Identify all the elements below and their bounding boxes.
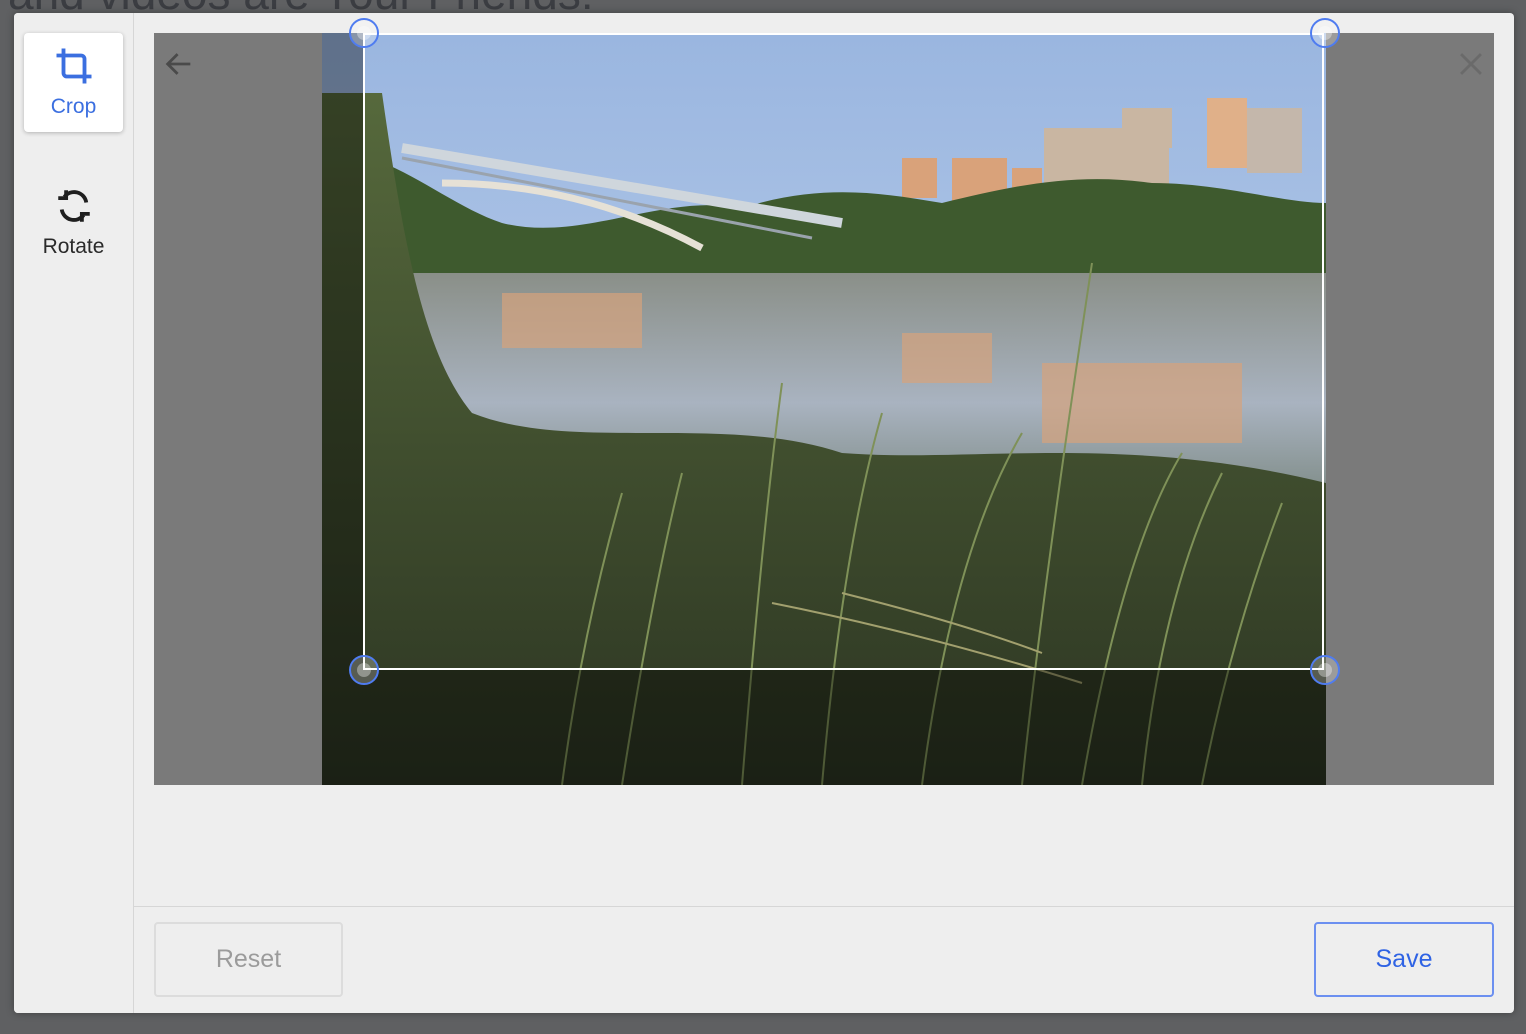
crop-handle-bottom-right[interactable] — [1310, 655, 1340, 685]
close-icon — [1460, 53, 1482, 75]
image-editor-modal: Crop Rotate Reset Save — [14, 13, 1514, 1013]
close-button[interactable] — [1454, 47, 1488, 86]
arrow-left-icon — [165, 53, 191, 75]
tool-sidebar: Crop Rotate — [14, 13, 134, 1013]
crop-tool-button[interactable]: Crop — [24, 33, 123, 132]
back-button[interactable] — [162, 47, 196, 86]
crop-mask-bottom — [363, 670, 1326, 785]
rotate-icon — [58, 190, 90, 222]
reset-button[interactable]: Reset — [154, 922, 343, 997]
crop-tool-label: Crop — [50, 95, 97, 118]
crop-handle-top-right[interactable] — [1310, 18, 1340, 48]
crop-selection-box[interactable] — [363, 33, 1324, 670]
editor-footer: Reset Save — [134, 906, 1514, 1013]
crop-handle-top-left[interactable] — [349, 18, 379, 48]
rotate-tool-label: Rotate — [42, 235, 105, 258]
crop-handle-bottom-left[interactable] — [349, 655, 379, 685]
save-button[interactable]: Save — [1314, 922, 1494, 997]
crop-canvas[interactable] — [154, 18, 1494, 785]
crop-icon — [56, 48, 92, 84]
rotate-tool-button[interactable]: Rotate — [24, 173, 123, 272]
